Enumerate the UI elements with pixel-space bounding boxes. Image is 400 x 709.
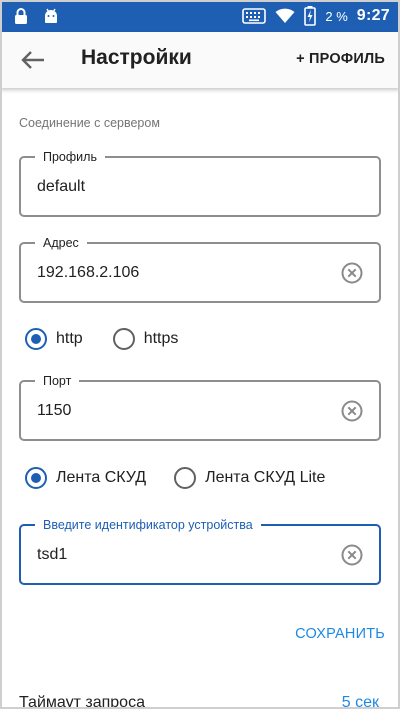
status-time: 9:27 — [356, 7, 390, 24]
radio-lenta-skud-lite-indicator — [174, 467, 197, 489]
profile-field[interactable]: Профиль default — [19, 149, 381, 217]
lock-icon — [15, 8, 27, 24]
timeout-label: Таймаут запроса — [19, 694, 145, 709]
status-bar: 2 % 9:27 — [0, 0, 400, 32]
address-field-value: 192.168.2.106 — [37, 264, 140, 281]
battery-charging-icon — [304, 6, 317, 26]
arrow-left-icon[interactable] — [20, 48, 46, 72]
save-button[interactable]: СОХРАНИТЬ — [295, 626, 385, 642]
radio-lenta-skud-label: Лента СКУД — [56, 469, 147, 486]
android-icon — [45, 8, 57, 23]
port-field-value: 1150 — [37, 402, 72, 419]
device-id-field[interactable]: Введите идентификатор устройства tsd1 — [19, 517, 381, 585]
wifi-icon — [275, 8, 295, 23]
section-label-server-connection: Соединение с сервером — [19, 116, 160, 130]
radio-lenta-skud-lite[interactable]: Лента СКУД Lite — [174, 467, 325, 489]
page-title: Настройки — [81, 46, 192, 69]
port-field[interactable]: Порт 1150 — [19, 373, 381, 441]
app-bar: Настройки + ПРОФИЛЬ — [0, 32, 400, 88]
battery-percent: 2 % — [325, 8, 348, 24]
device-id-field-value: tsd1 — [37, 546, 68, 563]
device-frame — [0, 0, 400, 709]
radio-lenta-skud-indicator — [25, 467, 47, 489]
timeout-value[interactable]: 5 сек — [342, 694, 379, 709]
address-field-label: Адрес — [35, 235, 87, 251]
clear-icon[interactable] — [341, 544, 363, 566]
protocol-radio-group: http https — [25, 328, 178, 350]
port-field-label: Порт — [35, 373, 80, 389]
radio-https-indicator — [112, 328, 135, 350]
radio-https[interactable]: https — [112, 328, 179, 350]
device-id-field-label: Введите идентификатор устройства — [35, 517, 261, 533]
radio-http-label: http — [56, 330, 83, 347]
profile-field-label: Профиль — [35, 149, 105, 165]
radio-lenta-skud[interactable]: Лента СКУД — [25, 467, 146, 489]
keyboard-icon — [242, 8, 267, 24]
radio-http-indicator — [25, 328, 47, 350]
clear-icon[interactable] — [341, 400, 363, 422]
radio-lenta-skud-lite-label: Лента СКУД Lite — [205, 469, 326, 486]
address-field[interactable]: Адрес 192.168.2.106 — [19, 235, 381, 303]
add-profile-button[interactable]: + ПРОФИЛЬ — [296, 51, 385, 67]
radio-http[interactable]: http — [25, 328, 83, 350]
profile-field-value: default — [37, 178, 86, 195]
mode-radio-group: Лента СКУД Лента СКУД Lite — [25, 467, 325, 489]
radio-https-label: https — [143, 330, 179, 347]
clear-icon[interactable] — [341, 262, 363, 284]
